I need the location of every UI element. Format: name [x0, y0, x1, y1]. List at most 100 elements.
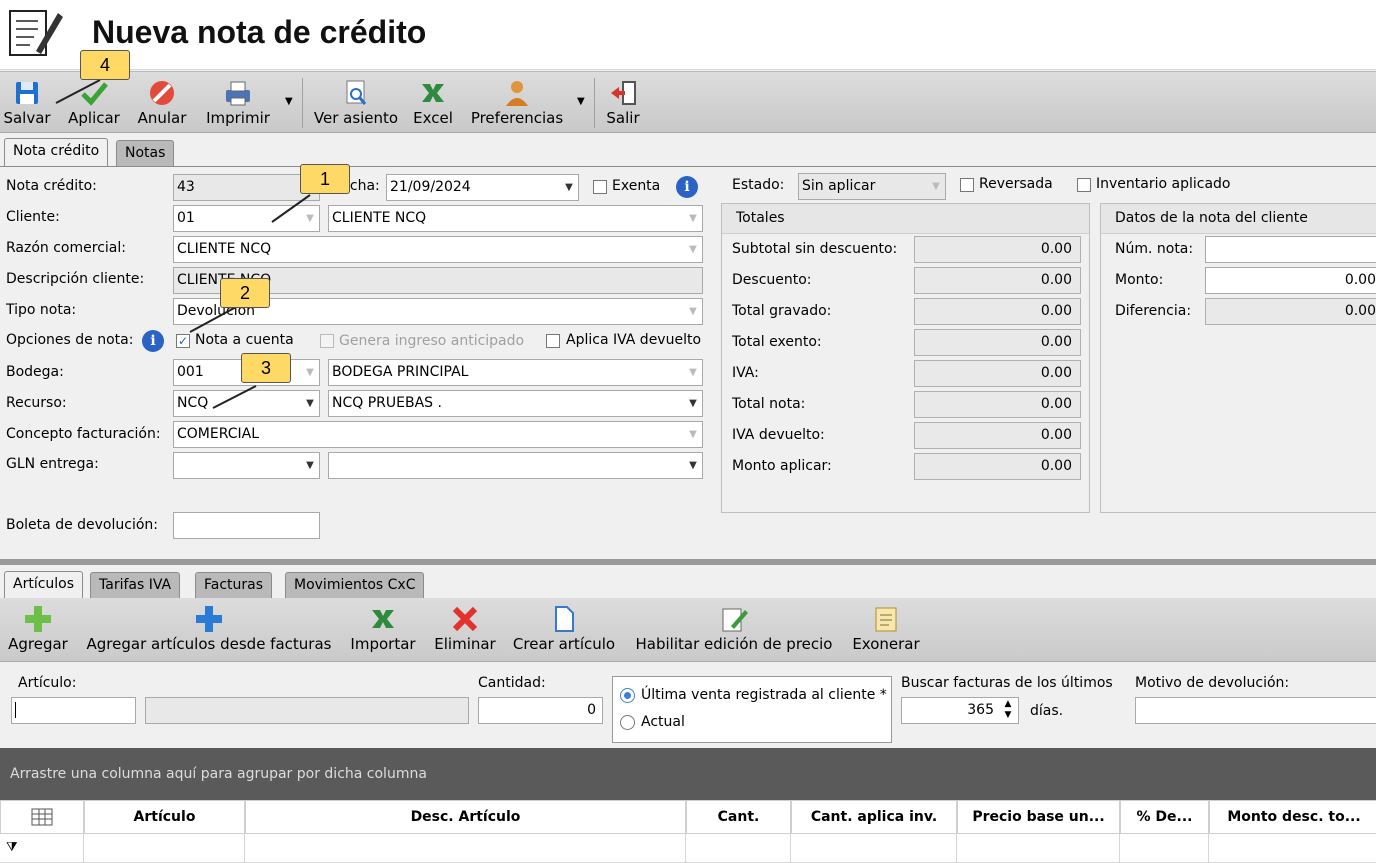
column-header[interactable]: Monto desc. to... — [1209, 800, 1376, 834]
vat-refund-checkbox[interactable] — [546, 334, 560, 348]
chevron-down-icon[interactable]: ▼ — [927, 174, 945, 199]
column-header[interactable]: Precio base un... — [957, 800, 1120, 834]
tab-vat-rates[interactable]: Tarifas IVA — [90, 572, 181, 598]
reversed-checkbox[interactable] — [960, 178, 974, 192]
client-label: Cliente: — [6, 209, 60, 225]
column-filter-cell[interactable] — [84, 834, 245, 863]
chevron-down-icon[interactable]: ▼ — [560, 175, 578, 200]
return-slip-field[interactable] — [173, 512, 320, 539]
column-filter-cell[interactable] — [1120, 834, 1209, 863]
chevron-down-icon[interactable]: ▼ — [684, 453, 702, 478]
chevron-down-icon[interactable]: ▼ — [301, 453, 319, 478]
chevron-down-icon[interactable]: ▼ — [301, 206, 319, 231]
column-header[interactable]: Artículo — [84, 800, 245, 834]
article-label: Artículo: — [18, 675, 77, 691]
print-dropdown-button[interactable]: ▼ — [282, 72, 296, 132]
chevron-down-icon[interactable]: ▼ — [301, 360, 319, 385]
client-note-amount-label: Monto: — [1115, 272, 1164, 288]
tab-invoices[interactable]: Facturas — [195, 572, 273, 598]
tab-notes[interactable]: Notas — [116, 140, 175, 166]
chevron-down-icon[interactable]: ▼ — [301, 391, 319, 416]
excel-icon — [372, 610, 394, 628]
status-value: Sin aplicar — [802, 178, 876, 194]
print-button[interactable]: Imprimir — [200, 72, 276, 132]
chevron-down-icon[interactable]: ▼ — [684, 206, 702, 231]
on-account-checkbox[interactable]: ✓ — [176, 334, 190, 348]
client-note-number-field[interactable] — [1205, 236, 1376, 263]
excel-button[interactable]: Excel — [408, 72, 458, 132]
enable-price-edit-button[interactable]: Habilitar edición de precio — [628, 598, 840, 658]
create-article-button[interactable]: Crear artículo — [508, 598, 620, 658]
tab-ar-movements[interactable]: Movimientos CxC — [285, 572, 425, 598]
column-header[interactable]: Desc. Artículo — [245, 800, 686, 834]
inventory-applied-checkbox[interactable] — [1077, 178, 1091, 192]
tab-articles[interactable]: Artículos — [4, 571, 84, 599]
column-filter-cell[interactable] — [1209, 834, 1376, 863]
info-icon[interactable]: i — [676, 176, 698, 198]
add-from-invoices-button[interactable]: Agregar artículos desde facturas — [82, 598, 336, 658]
column-filter-cell[interactable] — [957, 834, 1120, 863]
view-entry-button[interactable]: Ver asiento — [310, 72, 402, 132]
resource-name-value: NCQ PRUEBAS . — [332, 395, 442, 411]
group-by-panel[interactable]: Arrastre una columna aquí para agrupar p… — [0, 748, 1376, 800]
cancel-button[interactable]: Anular — [132, 72, 192, 132]
chevron-down-icon[interactable]: ▼ — [684, 360, 702, 385]
date-field[interactable]: 21/09/2024 ▼ — [386, 174, 579, 201]
apply-button[interactable]: Aplicar — [60, 72, 128, 132]
status-field[interactable]: Sin aplicar ▼ — [798, 173, 946, 200]
client-name-field[interactable]: CLIENTE NCQ ▼ — [328, 205, 703, 232]
add-button[interactable]: Agregar — [4, 598, 72, 658]
days-spinner[interactable]: ▲ ▼ — [1000, 699, 1016, 723]
resource-code-field[interactable]: NCQ ▼ — [173, 390, 320, 417]
callout-2: 2 — [220, 278, 270, 308]
column-header[interactable]: Cant. aplica inv. — [791, 800, 957, 834]
gln-name-field[interactable]: ▼ — [328, 452, 703, 479]
save-icon — [16, 82, 38, 104]
chevron-down-icon[interactable]: ▼ — [684, 391, 702, 416]
chevron-down-icon: ▼ — [577, 96, 585, 107]
resource-name-field[interactable]: NCQ PRUEBAS . ▼ — [328, 390, 703, 417]
exempt-checkbox[interactable] — [593, 180, 607, 194]
reversed-label: Reversada — [979, 176, 1053, 192]
delete-x-icon — [452, 606, 478, 632]
column-filter-cell[interactable] — [245, 834, 686, 863]
tab-credit-note[interactable]: Nota crédito — [4, 138, 109, 166]
credit-note-number-field[interactable]: 43 — [173, 174, 320, 201]
chevron-down-icon[interactable]: ▼ — [684, 299, 702, 324]
column-filter-cell[interactable] — [791, 834, 957, 863]
trade-name-field[interactable]: CLIENTE NCQ ▼ — [173, 236, 703, 263]
client-note-amount-field[interactable]: 0.00 — [1205, 267, 1376, 294]
exonerate-button[interactable]: Exonerar — [848, 598, 924, 658]
splitter-bar[interactable] — [0, 559, 1376, 565]
quantity-input[interactable]: 0 — [478, 697, 603, 724]
delete-button[interactable]: Eliminar — [430, 598, 500, 658]
totals-label: IVA devuelto: — [732, 427, 825, 443]
preferences-dropdown-button[interactable]: ▼ — [574, 72, 588, 132]
column-filter-cell[interactable] — [686, 834, 791, 863]
warehouse-label: Bodega: — [6, 364, 64, 380]
chevron-down-icon[interactable]: ▼ — [684, 237, 702, 262]
checkmark-icon — [81, 82, 108, 106]
column-header[interactable]: Cant. — [686, 800, 791, 834]
filter-icon[interactable]: ⧩ — [0, 834, 84, 863]
article-description-field — [145, 697, 469, 724]
current-radio[interactable] — [620, 715, 635, 730]
import-button[interactable]: Importar — [346, 598, 420, 658]
apply-label: Aplicar — [68, 109, 120, 127]
info-icon[interactable]: i — [142, 330, 164, 352]
import-label: Importar — [350, 635, 416, 653]
billing-concept-field[interactable]: COMERCIAL ▼ — [173, 421, 703, 448]
exit-button[interactable]: Salir — [600, 72, 646, 132]
save-button[interactable]: Salvar — [0, 72, 54, 132]
return-reason-input[interactable] — [1135, 697, 1376, 724]
article-code-input[interactable] — [11, 697, 136, 724]
gln-code-field[interactable]: ▼ — [173, 452, 320, 479]
column-chooser-button[interactable] — [0, 800, 84, 834]
preferences-button[interactable]: Preferencias — [464, 72, 570, 132]
last-sale-radio[interactable] — [620, 688, 635, 703]
column-header[interactable]: % De... — [1120, 800, 1209, 834]
client-code-field[interactable]: 01 ▼ — [173, 205, 320, 232]
advance-income-checkbox[interactable] — [320, 334, 334, 348]
warehouse-name-field[interactable]: BODEGA PRINCIPAL ▼ — [328, 359, 703, 386]
chevron-down-icon[interactable]: ▼ — [684, 422, 702, 447]
